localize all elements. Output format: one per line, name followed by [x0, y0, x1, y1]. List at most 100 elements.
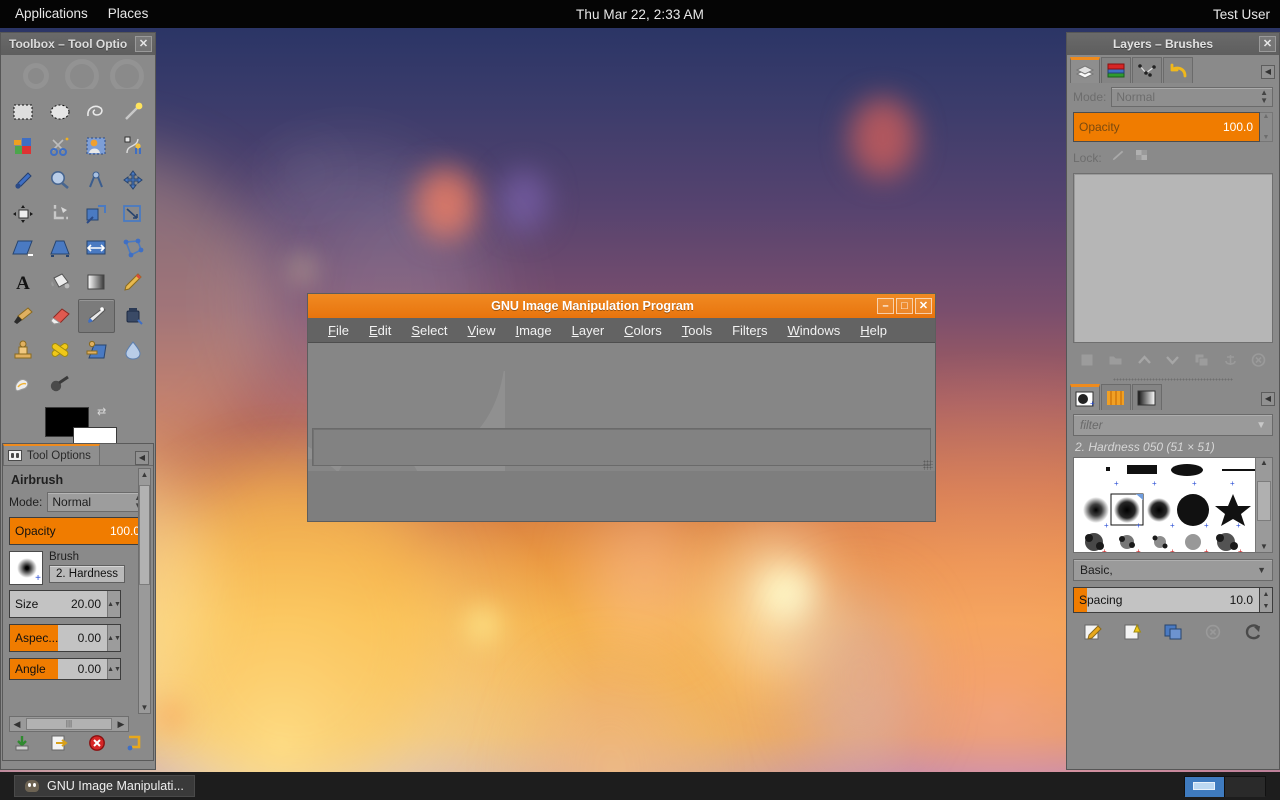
foreground-select-tool[interactable]	[78, 129, 115, 163]
aspect-slider[interactable]: Aspec... 0.00 ▲▼	[9, 624, 121, 652]
lock-alpha-icon[interactable]	[1134, 148, 1150, 167]
brush-select-button[interactable]: 2. Hardness	[49, 565, 125, 583]
flip-tool[interactable]	[78, 231, 115, 265]
rect-select-tool[interactable]	[5, 95, 42, 129]
color-picker-tool[interactable]	[5, 163, 42, 197]
anchor-layer-button[interactable]	[1222, 352, 1239, 373]
perspective-tool[interactable]	[42, 231, 79, 265]
text-tool[interactable]: A	[5, 265, 42, 299]
lock-pixels-icon[interactable]	[1110, 148, 1126, 167]
spacing-slider[interactable]: Spacing 10.0	[1073, 587, 1260, 613]
menu-file[interactable]: File	[318, 318, 359, 343]
perspective-clone-tool[interactable]	[78, 333, 115, 367]
opacity-slider[interactable]: Opacity 100.0	[9, 517, 147, 545]
gradient-tool[interactable]	[78, 265, 115, 299]
bucket-fill-tool[interactable]	[42, 265, 79, 299]
lower-layer-button[interactable]	[1164, 352, 1181, 373]
layer-mode-select[interactable]: Normal ▲▼	[1111, 87, 1273, 107]
workspace-1[interactable]	[1185, 777, 1225, 797]
toolbox-titlebar[interactable]: Toolbox – Tool Optio ✕	[1, 33, 155, 55]
select-by-color-tool[interactable]	[5, 129, 42, 163]
menu-filters[interactable]: Filters	[722, 318, 777, 343]
tab-layers[interactable]	[1070, 57, 1100, 83]
menu-colors[interactable]: Colors	[614, 318, 672, 343]
scissors-select-tool[interactable]	[42, 129, 79, 163]
close-icon[interactable]: ✕	[1259, 36, 1276, 52]
brush-preview[interactable]: +	[9, 551, 43, 585]
zoom-tool[interactable]	[42, 163, 79, 197]
clone-tool[interactable]	[5, 333, 42, 367]
scroll-right-icon[interactable]: ▶	[114, 719, 128, 730]
resize-grip[interactable]	[923, 460, 933, 470]
taskbar-item-gimp[interactable]: GNU Image Manipulati...	[14, 775, 195, 797]
mode-select[interactable]: Normal ▲▼	[47, 492, 147, 512]
gimp-empty-canvas[interactable]	[308, 343, 935, 471]
paths-tool[interactable]	[115, 129, 152, 163]
angle-slider[interactable]: Angle 0.00 ▲▼	[9, 658, 121, 680]
brush-tag-select[interactable]: Basic, ▼	[1073, 559, 1273, 581]
dock-menu-icon[interactable]: ◀	[135, 451, 149, 465]
move-tool[interactable]	[115, 163, 152, 197]
chevron-down-icon[interactable]: ▼	[1256, 420, 1266, 431]
rightdock-titlebar[interactable]: Layers – Brushes ✕	[1067, 33, 1279, 55]
size-slider[interactable]: Size 20.00 ▲▼	[9, 590, 121, 618]
shear-tool[interactable]	[5, 231, 42, 265]
menu-tools[interactable]: Tools	[672, 318, 722, 343]
new-layer-group-button[interactable]	[1107, 352, 1124, 373]
paintbrush-tool[interactable]	[5, 299, 42, 333]
tab-gradients[interactable]	[1132, 384, 1162, 410]
tab-patterns[interactable]	[1101, 384, 1131, 410]
aspect-stepper[interactable]: ▲▼	[107, 625, 120, 651]
rotate-tool[interactable]	[78, 197, 115, 231]
edit-brush-button[interactable]	[1083, 623, 1103, 646]
scroll-left-icon[interactable]: ◀	[10, 719, 24, 730]
menu-windows[interactable]: Windows	[778, 318, 851, 343]
heal-tool[interactable]	[42, 333, 79, 367]
refresh-brushes-button[interactable]	[1243, 623, 1263, 646]
close-icon[interactable]: ✕	[135, 36, 152, 52]
gimp-titlebar[interactable]: GNU Image Manipulation Program – □ ✕	[308, 294, 935, 318]
menu-edit[interactable]: Edit	[359, 318, 401, 343]
duplicate-brush-button[interactable]	[1163, 623, 1183, 646]
eraser-tool[interactable]	[42, 299, 79, 333]
menu-help[interactable]: Help	[850, 318, 897, 343]
fuzzy-select-tool[interactable]	[115, 95, 152, 129]
menu-select[interactable]: Select	[401, 318, 457, 343]
duplicate-layer-button[interactable]	[1193, 352, 1210, 373]
reset-tool-options-button[interactable]	[125, 734, 143, 757]
hscrollbar-thumb[interactable]: |||	[26, 718, 112, 730]
ink-tool[interactable]	[115, 299, 152, 333]
tool-options-vscrollbar[interactable]: ▲ ▼	[138, 468, 151, 714]
new-brush-button[interactable]	[1123, 623, 1143, 646]
minimize-icon[interactable]: –	[877, 298, 894, 314]
cage-transform-tool[interactable]	[115, 231, 152, 265]
crop-tool[interactable]	[42, 197, 79, 231]
clock[interactable]: Thu Mar 22, 2:33 AM	[0, 7, 1280, 22]
pencil-tool[interactable]	[115, 265, 152, 299]
free-select-tool[interactable]	[78, 95, 115, 129]
size-stepper[interactable]: ▲▼	[107, 591, 120, 617]
raise-layer-button[interactable]	[1136, 352, 1153, 373]
layer-list[interactable]	[1073, 173, 1273, 343]
tab-brushes[interactable]: +	[1070, 384, 1100, 410]
brush-grid[interactable]: + + + + + + + + +	[1073, 457, 1273, 553]
measure-tool[interactable]	[78, 163, 115, 197]
tab-channels[interactable]	[1101, 57, 1131, 83]
dodge-burn-tool[interactable]	[42, 367, 79, 401]
tab-undo-history[interactable]	[1163, 57, 1193, 83]
menu-image[interactable]: Image	[505, 318, 561, 343]
restore-tool-preset-button[interactable]	[50, 734, 68, 757]
new-layer-button[interactable]	[1079, 352, 1096, 373]
delete-brush-button[interactable]	[1203, 623, 1223, 646]
brush-grid-scrollbar[interactable]: ▲ ▼	[1255, 458, 1272, 552]
layer-opacity-slider[interactable]: Opacity 100.0	[1073, 112, 1260, 142]
delete-layer-button[interactable]	[1250, 352, 1267, 373]
workspace-2[interactable]	[1225, 777, 1265, 797]
dock-divider[interactable]	[1067, 375, 1279, 384]
layer-opacity-stepper[interactable]: ▲▼	[1260, 112, 1273, 142]
tab-paths[interactable]	[1132, 57, 1162, 83]
blur-sharpen-tool[interactable]	[115, 333, 152, 367]
save-tool-preset-button[interactable]	[13, 734, 31, 757]
delete-tool-preset-button[interactable]	[88, 734, 106, 757]
maximize-icon[interactable]: □	[896, 298, 913, 314]
